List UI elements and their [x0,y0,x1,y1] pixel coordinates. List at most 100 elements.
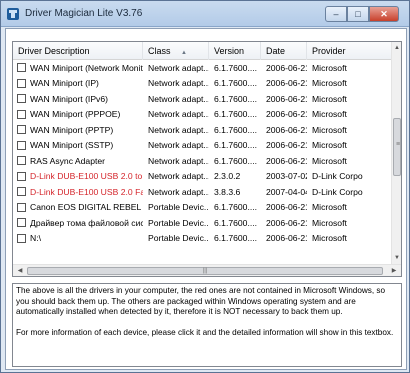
table-row[interactable]: RAS Async Adapter Network adapt... 6.1.760… [13,153,393,169]
driver-provider-cell: Microsoft [312,155,347,166]
table-row[interactable]: WAN Miniport (PPTP) Network adapt... 6.1.7… [13,122,393,138]
driver-description-cell: D-Link DUB-E100 USB 2.0 Fas... [13,187,143,197]
maximize-button[interactable]: □ [347,6,369,22]
row-checkbox[interactable] [17,218,26,228]
row-checkbox[interactable] [17,63,26,73]
driver-class-cell: Portable Devic... [148,233,209,244]
driver-provider-cell: Microsoft [312,140,347,151]
driver-provider-cell: D-Link Corpo [312,186,363,197]
driver-description-cell: WAN Miniport (Network Monitor) [13,63,143,73]
vertical-scrollbar[interactable]: ▲ ▼ [391,42,401,264]
driver-class-cell: Network adapt... [148,140,209,151]
driver-date-cell: 2003-07-02 [266,171,307,182]
table-row[interactable]: Canon EOS DIGITAL REBEL XT Portable Devic… [13,200,393,216]
driver-date-cell: 2006-06-21 [266,62,307,73]
driver-list[interactable]: Driver Description Class ▲ Version Date … [12,41,402,277]
vertical-scroll-thumb[interactable] [393,118,401,176]
app-icon [7,8,19,20]
driver-date-cell: 2006-06-21 [266,109,307,120]
driver-description-text: WAN Miniport (SSTP) [30,140,114,151]
driver-class-cell: Portable Devic... [148,202,209,213]
column-header-version[interactable]: Version [209,42,261,60]
column-header-provider[interactable]: Provider [307,42,393,60]
driver-description-text: WAN Miniport (IP) [30,78,99,89]
driver-class-cell: Network adapt... [148,155,209,166]
driver-version-cell: 6.1.7600.... [214,217,258,228]
driver-class-cell: Network adapt... [148,78,209,89]
driver-date-cell: 2006-06-21 [266,155,307,166]
table-row[interactable]: D-Link DUB-E100 USB 2.0 Fas... Network ad… [13,184,393,200]
table-row[interactable]: Драйвер тома файловой сис... Portable Dev… [13,215,393,231]
title-bar[interactable]: Driver Magician Lite V3.76 – □ ✕ [1,1,409,27]
scroll-right-icon[interactable]: ▶ [388,265,400,276]
client-area: Driver Description Class ▲ Version Date … [5,28,407,370]
minimize-button[interactable]: – [325,6,347,22]
driver-provider-cell: Microsoft [312,217,347,228]
horizontal-scroll-thumb[interactable] [27,266,383,276]
driver-version-cell: 6.1.7600.... [214,62,258,73]
table-row[interactable]: D-Link DUB-E100 USB 2.0 to F... Network a… [13,169,393,185]
driver-date-cell: 2006-06-21 [266,78,307,89]
row-checkbox[interactable] [17,202,26,212]
driver-description-text: WAN Miniport (Network Monitor) [30,62,143,73]
driver-description-cell: Canon EOS DIGITAL REBEL XT [13,202,143,212]
driver-class-cell: Network adapt... [148,171,209,182]
row-checkbox[interactable] [17,156,26,166]
scroll-left-icon[interactable]: ◀ [14,265,26,276]
driver-version-cell: 6.1.7600.... [214,140,258,151]
driver-provider-cell: D-Link Corpo [312,171,363,182]
row-checkbox[interactable] [17,187,26,197]
row-checkbox[interactable] [17,125,26,135]
table-row[interactable]: N:\ Portable Devic... 6.1.7600.... 2006-06-… [13,231,393,247]
driver-description-text: Canon EOS DIGITAL REBEL XT [30,202,143,213]
driver-provider-cell: Microsoft [312,124,347,135]
driver-date-cell: 2006-06-21 [266,217,307,228]
table-row[interactable]: WAN Miniport (PPPOE) Network adapt... 6.1.… [13,107,393,123]
driver-provider-cell: Microsoft [312,78,347,89]
column-header-class[interactable]: Class ▲ [143,42,209,60]
driver-description-text: D-Link DUB-E100 USB 2.0 to F... [30,171,143,182]
driver-provider-cell: Microsoft [312,93,347,104]
driver-class-cell: Network adapt... [148,109,209,120]
driver-date-cell: 2006-06-21 [266,202,307,213]
table-row[interactable]: WAN Miniport (IPv6) Network adapt... 6.1.7… [13,91,393,107]
scroll-up-icon[interactable]: ▲ [392,43,401,53]
driver-provider-cell: Microsoft [312,62,347,73]
row-checkbox[interactable] [17,78,26,88]
driver-description-text: WAN Miniport (PPPOE) [30,109,121,120]
driver-description-text: N:\ [30,233,41,244]
driver-version-cell: 6.1.7600.... [214,202,258,213]
column-header-date[interactable]: Date [261,42,307,60]
horizontal-scrollbar[interactable]: ◀ ▶ [13,264,401,276]
row-checkbox[interactable] [17,171,26,181]
driver-description-cell: WAN Miniport (IPv6) [13,94,143,104]
row-checkbox[interactable] [17,233,26,243]
driver-version-cell: 3.8.3.6 [214,186,241,197]
row-checkbox[interactable] [17,140,26,150]
info-textbox[interactable]: The above is all the drivers in your com… [12,283,402,367]
window-controls: – □ ✕ [325,6,399,22]
column-header-description[interactable]: Driver Description [13,42,143,60]
driver-description-text: WAN Miniport (PPTP) [30,124,114,135]
list-rows: WAN Miniport (Network Monitor) Network ad… [13,60,393,246]
table-row[interactable]: WAN Miniport (SSTP) Network adapt... 6.1.7… [13,138,393,154]
close-button[interactable]: ✕ [369,6,399,22]
table-row[interactable]: WAN Miniport (Network Monitor) Network ad… [13,60,393,76]
driver-provider-cell: Microsoft [312,202,347,213]
info-paragraph-2: For more information of each device, ple… [16,327,394,337]
row-checkbox[interactable] [17,94,26,104]
info-paragraph-1: The above is all the drivers in your com… [16,286,386,316]
table-row[interactable]: WAN Miniport (IP) Network adapt... 6.1.760… [13,76,393,92]
driver-description-cell: WAN Miniport (SSTP) [13,140,143,150]
driver-class-cell: Network adapt... [148,62,209,73]
row-checkbox[interactable] [17,109,26,119]
column-header-class-label: Class [148,46,171,56]
driver-version-cell: 6.1.7600.... [214,155,258,166]
driver-description-cell: N:\ [13,233,143,243]
driver-version-cell: 6.1.7600.... [214,233,258,244]
scroll-down-icon[interactable]: ▼ [392,253,401,263]
driver-date-cell: 2006-06-21 [266,140,307,151]
driver-date-cell: 2006-06-21 [266,93,307,104]
driver-version-cell: 6.1.7600.... [214,109,258,120]
sort-ascending-icon: ▲ [181,50,187,56]
